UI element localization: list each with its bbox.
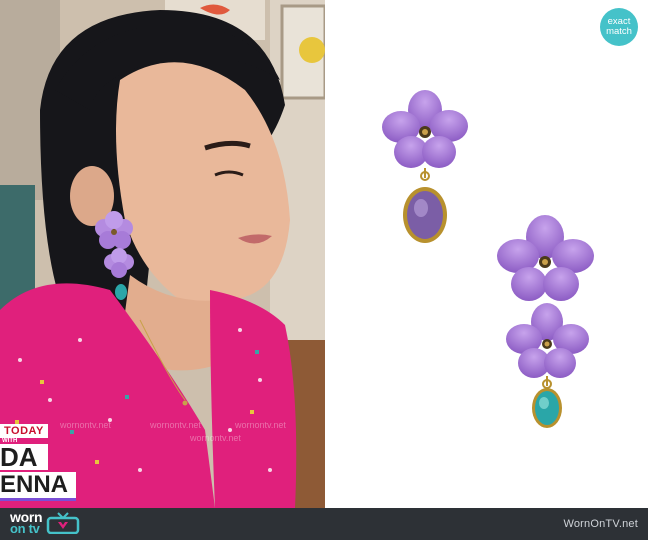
- show-logo-line1: TODAY: [0, 424, 48, 438]
- flower-earring-icon: [382, 90, 594, 428]
- show-logo-line3: DA: [0, 444, 48, 470]
- exact-match-badge: exact match: [600, 8, 638, 46]
- site-url[interactable]: WornOnTV.net: [563, 518, 638, 530]
- watermark: wornontv.net: [235, 420, 286, 430]
- show-logo: TODAY WITH DA ENNA: [0, 424, 80, 502]
- watermark: wornontv.net: [190, 433, 241, 443]
- tv-icon: [47, 512, 80, 534]
- person-photo: wornontv.net wornontv.net wornontv.net w…: [0, 0, 325, 508]
- footer-bar: [0, 508, 648, 540]
- brand-logo[interactable]: worn on tv: [10, 510, 80, 536]
- watermark: wornontv.net: [150, 420, 201, 430]
- badge-line2: match: [606, 26, 632, 37]
- earring-large-lower: [506, 303, 589, 428]
- product-image[interactable]: [325, 0, 648, 508]
- brand-line2: on tv: [10, 521, 40, 536]
- earring-large: [497, 215, 594, 301]
- show-logo-line4: ENNA: [0, 472, 76, 501]
- earring-small: [382, 90, 468, 243]
